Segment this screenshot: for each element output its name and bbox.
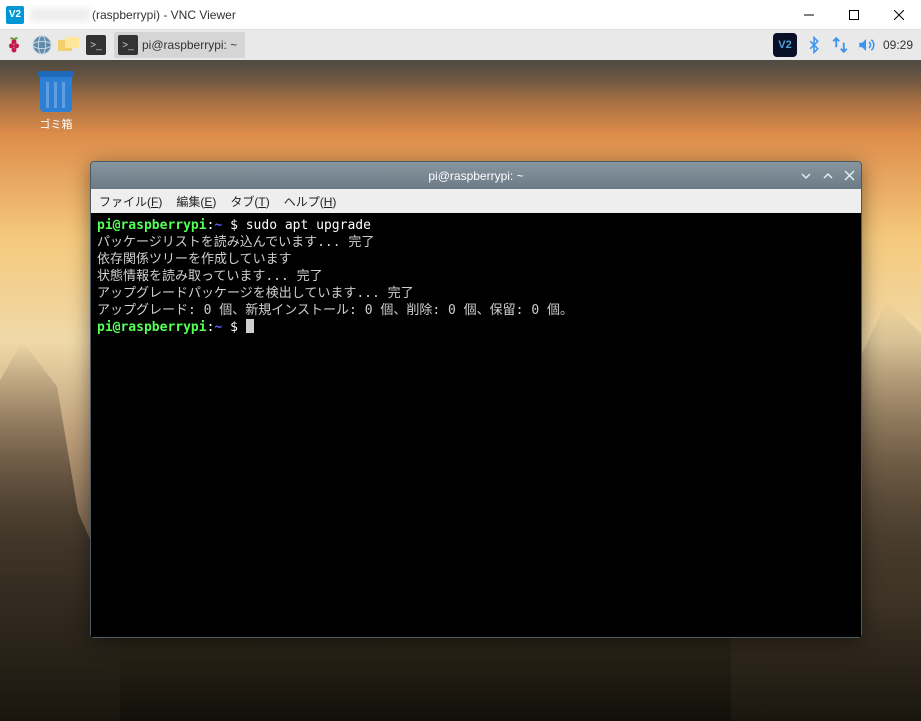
windows-title-bar: V2 (raspberrypi) - VNC Viewer bbox=[0, 0, 921, 30]
obscured-ip bbox=[30, 8, 90, 22]
terminal-minimize-button[interactable] bbox=[800, 170, 812, 182]
folders-icon bbox=[58, 35, 82, 55]
terminal-icon: >_ bbox=[86, 35, 106, 55]
file-manager-button[interactable] bbox=[56, 32, 84, 58]
pi-taskbar: >_ >_ pi@raspberrypi: ~ V2 09:29 bbox=[0, 30, 921, 60]
menu-help[interactable]: ヘルプ(H) bbox=[284, 193, 337, 210]
terminal-close-button[interactable] bbox=[844, 170, 855, 181]
terminal-icon: >_ bbox=[118, 35, 138, 55]
terminal-cursor bbox=[246, 319, 254, 333]
taskbar-clock[interactable]: 09:29 bbox=[883, 38, 913, 52]
trash-label: ゴミ箱 bbox=[26, 116, 86, 132]
vnc-viewer-icon: V2 bbox=[6, 6, 24, 24]
volume-tray-icon[interactable] bbox=[857, 36, 875, 54]
terminal-title-bar[interactable]: pi@raspberrypi: ~ bbox=[91, 162, 861, 189]
pi-menu-button[interactable] bbox=[0, 32, 28, 58]
vnc-server-tray-icon[interactable]: V2 bbox=[773, 33, 797, 57]
maximize-button[interactable] bbox=[831, 0, 876, 30]
raspberry-icon bbox=[4, 35, 24, 55]
menu-tabs[interactable]: タブ(T) bbox=[230, 193, 269, 210]
terminal-window: pi@raspberrypi: ~ ファイル(F) 編集(E) タブ(T) ヘル… bbox=[90, 161, 862, 638]
menu-edit[interactable]: 編集(E) bbox=[176, 193, 216, 210]
menu-file[interactable]: ファイル(F) bbox=[99, 193, 162, 210]
window-title: (raspberrypi) - VNC Viewer bbox=[92, 8, 236, 22]
terminal-launcher-button[interactable]: >_ bbox=[84, 32, 112, 58]
close-button[interactable] bbox=[876, 0, 921, 30]
bluetooth-tray-icon[interactable] bbox=[805, 36, 823, 54]
terminal-menu-bar: ファイル(F) 編集(E) タブ(T) ヘルプ(H) bbox=[91, 189, 861, 213]
minimize-button[interactable] bbox=[786, 0, 831, 30]
desktop-trash-icon[interactable]: ゴミ箱 bbox=[26, 76, 86, 132]
browser-button[interactable] bbox=[28, 32, 56, 58]
network-tray-icon[interactable] bbox=[831, 36, 849, 54]
terminal-title-text: pi@raspberrypi: ~ bbox=[428, 169, 523, 183]
taskbar-window-terminal[interactable]: >_ pi@raspberrypi: ~ bbox=[114, 32, 245, 58]
taskbar-window-title: pi@raspberrypi: ~ bbox=[142, 38, 237, 52]
remote-desktop: >_ >_ pi@raspberrypi: ~ V2 09:29 ゴミ箱 bbox=[0, 30, 921, 721]
trash-icon bbox=[40, 76, 72, 112]
terminal-content[interactable]: pi@raspberrypi:~ $ sudo apt upgrade パッケー… bbox=[91, 213, 861, 637]
globe-icon bbox=[31, 34, 53, 56]
terminal-maximize-button[interactable] bbox=[822, 170, 834, 182]
